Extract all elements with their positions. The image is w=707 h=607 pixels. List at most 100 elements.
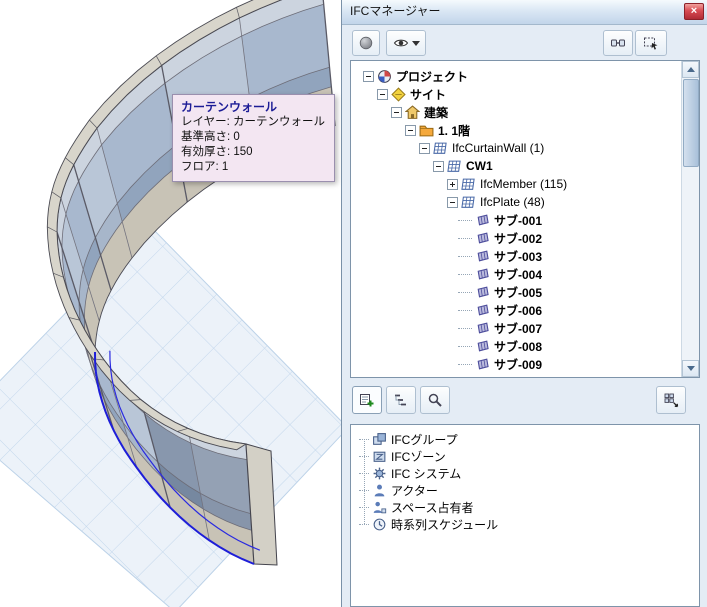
tree-item-label: サブ-001 [494, 213, 543, 228]
type-icon [372, 500, 387, 515]
tree-expander-icon[interactable] [458, 215, 472, 226]
ifc-hierarchy-tree: プロジェクト サイト 建築 1. 1階 IfcCurtainWall (1) C… [350, 60, 700, 378]
tree-item[interactable]: サブ-009 [353, 355, 699, 373]
tree-connector [359, 507, 369, 508]
type-item[interactable]: IFC システム [351, 465, 699, 482]
tree-connector [359, 473, 369, 474]
tree-item[interactable]: サブ-005 [353, 283, 699, 301]
tree-expander-icon[interactable] [433, 160, 444, 172]
tree-item-label: プロジェクト [396, 69, 469, 84]
tooltip-floor-line: フロア: 1 [181, 161, 229, 173]
top-toolbar [342, 25, 707, 61]
assign-button[interactable] [656, 386, 686, 414]
tree-item[interactable]: サブ-008 [353, 337, 699, 355]
type-item-label: IFC システム [391, 467, 462, 481]
hierarchy-icon [393, 392, 409, 408]
tree-expander-icon[interactable] [377, 88, 388, 100]
tree-node-icon [391, 87, 406, 102]
tree-node-icon [475, 303, 490, 318]
scrollbar-thumb[interactable] [683, 79, 699, 167]
tree-item[interactable]: サブ-006 [353, 301, 699, 319]
tree-expander-icon[interactable] [458, 269, 472, 280]
tree-expander-icon[interactable] [458, 287, 472, 298]
tooltip-title: カーテンウォール [181, 100, 278, 114]
tree-item[interactable]: サイト [353, 85, 699, 103]
tree-connector [359, 490, 369, 491]
type-icon [372, 432, 387, 447]
tree-node-icon [447, 159, 462, 174]
tree-node-icon [475, 267, 490, 282]
hierarchy-button[interactable] [386, 386, 416, 414]
tree-expander-icon[interactable] [447, 178, 458, 190]
new-item-button[interactable] [352, 386, 382, 414]
tree-node-icon [475, 321, 490, 336]
tree-item[interactable]: IfcPlate (48) [353, 193, 699, 211]
tree-expander-icon[interactable] [363, 70, 374, 82]
palette-titlebar[interactable]: IFCマネージャー × [342, 0, 707, 25]
tooltip-thickness-line: 有効厚さ: 150 [181, 146, 253, 158]
tree-item[interactable]: サブ-001 [353, 211, 699, 229]
type-item[interactable]: IFCゾーン [351, 448, 699, 465]
tree-connector [359, 456, 369, 457]
close-button[interactable]: × [684, 3, 704, 20]
palette-title: IFCマネージャー [350, 4, 441, 18]
tree-connector [359, 439, 369, 440]
status-sphere-button[interactable] [352, 30, 380, 56]
tree-expander-icon[interactable] [458, 341, 472, 352]
tree-item[interactable]: サブ-003 [353, 247, 699, 265]
tree-expander-icon[interactable] [458, 323, 472, 334]
tree-item[interactable]: サブ-007 [353, 319, 699, 337]
tree-item[interactable]: IfcCurtainWall (1) [353, 139, 699, 157]
tree-node-icon [419, 123, 434, 138]
tree-expander-icon[interactable] [405, 124, 416, 136]
type-item[interactable]: IFCグループ [351, 431, 699, 448]
type-icon [372, 466, 387, 481]
tree-expander-icon[interactable] [391, 106, 402, 118]
scroll-down-button[interactable] [682, 360, 699, 377]
link-icon [610, 35, 626, 51]
tree-item[interactable]: 建築 [353, 103, 699, 121]
tree-item-label: IfcMember (115) [480, 177, 568, 191]
tree-item[interactable]: プロジェクト [353, 67, 699, 85]
tree-connector [359, 524, 369, 525]
type-icon [372, 517, 387, 532]
type-rows: IFCグループ IFCゾーン IFC システム アクター スペース占有者 時系列… [351, 425, 699, 533]
scroll-up-button[interactable] [682, 61, 699, 78]
type-item[interactable]: アクター [351, 482, 699, 499]
tree-item[interactable]: CW1 [353, 157, 699, 175]
tree-expander-icon[interactable] [458, 359, 472, 370]
tree-node-icon [475, 231, 490, 246]
tree-expander-icon[interactable] [447, 196, 458, 208]
tree-expander-icon[interactable] [458, 305, 472, 316]
model-link-button[interactable] [603, 30, 633, 56]
search-button[interactable] [420, 386, 450, 414]
tree-item[interactable]: サブ-004 [353, 265, 699, 283]
eye-icon [393, 35, 409, 51]
tree-expander-icon[interactable] [458, 251, 472, 262]
tree-item-label: サブ-002 [494, 231, 543, 246]
tree-item[interactable]: 1. 1階 [353, 121, 699, 139]
tree-expander-icon[interactable] [458, 233, 472, 244]
type-item-label: IFCゾーン [391, 450, 446, 464]
tree-item-label: サブ-008 [494, 339, 543, 354]
type-icon [372, 449, 387, 464]
ifc-type-list: IFCグループ IFCゾーン IFC システム アクター スペース占有者 時系列… [350, 424, 700, 607]
add-icon [359, 392, 375, 408]
tree-item[interactable]: サブ-002 [353, 229, 699, 247]
type-item[interactable]: スペース占有者 [351, 499, 699, 516]
tree-item-label: IfcCurtainWall (1) [452, 141, 545, 155]
type-item[interactable]: 時系列スケジュール [351, 516, 699, 533]
tree-item[interactable]: IfcMember (115) [353, 175, 699, 193]
tree-node-icon [475, 285, 490, 300]
tree-node-icon [461, 177, 476, 192]
tooltip-base-height-line: 基準高さ: 0 [181, 131, 240, 143]
tree-item-label: サイト [410, 87, 447, 102]
selection-rect-button[interactable] [635, 30, 667, 56]
3d-viewport[interactable]: カーテンウォール レイヤー: カーテンウォール 基準高さ: 0 有効厚さ: 15… [0, 0, 341, 607]
tree-item-label: 建築 [424, 105, 449, 120]
tree-scrollbar[interactable] [681, 61, 699, 377]
visibility-button[interactable] [386, 30, 426, 56]
tree-item-label: CW1 [466, 159, 493, 173]
tree-expander-icon[interactable] [419, 142, 430, 154]
selection-rect-icon [643, 35, 659, 51]
